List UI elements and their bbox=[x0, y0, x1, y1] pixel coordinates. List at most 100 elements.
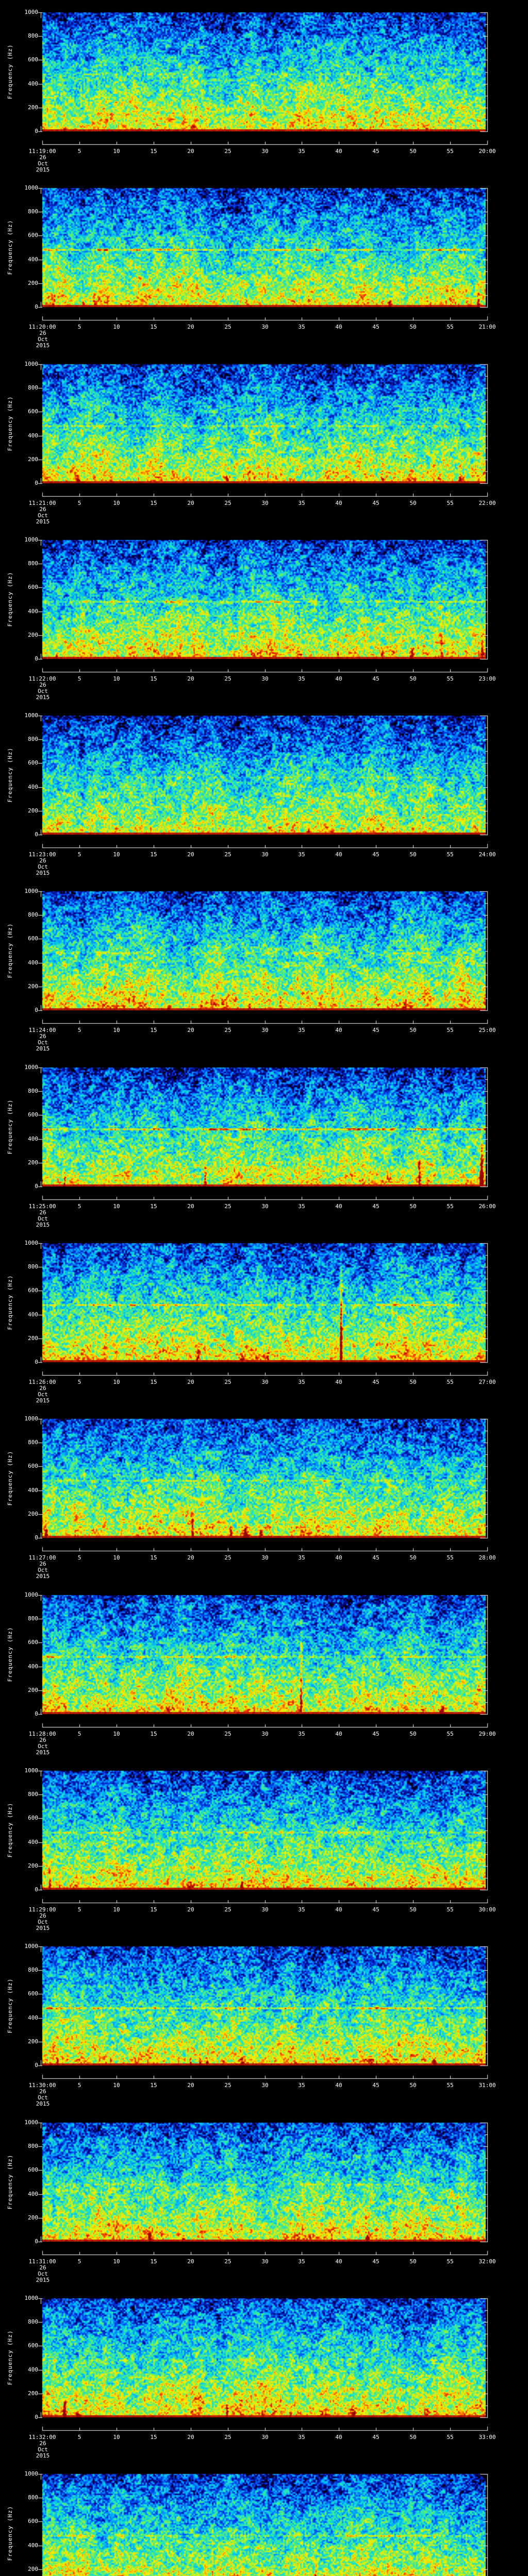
start-time-label: 11:21:00 bbox=[28, 499, 56, 506]
x-tick-label: 25 bbox=[224, 1379, 232, 1386]
x-tick-label: 45 bbox=[372, 2433, 380, 2441]
x-tick-label: 55 bbox=[447, 2258, 454, 2265]
x-tick-label: 45 bbox=[372, 1906, 380, 1913]
x-tick-label: 30 bbox=[261, 1202, 269, 1210]
x-tick-label: 55 bbox=[447, 2433, 454, 2441]
x-tick-label: 45 bbox=[372, 2258, 380, 2265]
x-tick-label: 35 bbox=[298, 851, 305, 858]
x-tick-label: 30 bbox=[261, 324, 269, 331]
x-tick-label: 10 bbox=[113, 1027, 120, 1034]
x-tick-label: 25 bbox=[224, 2433, 232, 2441]
x-tick-label: 50 bbox=[409, 851, 417, 858]
date-line: Oct bbox=[38, 2270, 48, 2277]
x-tick-label: 5 bbox=[77, 1379, 81, 1386]
y-tick-label: 1000 bbox=[24, 712, 39, 719]
y-tick-label: 800 bbox=[28, 1790, 38, 1798]
y-tick-label: 0 bbox=[35, 831, 38, 838]
spectrogram-stack: Frequency (Hz) 11:19:00 20:00 0 200 400 600… bbox=[0, 0, 528, 2576]
x-tick-label: 5 bbox=[77, 148, 81, 155]
y-tick-label: 200 bbox=[28, 280, 38, 287]
y-tick-label: 800 bbox=[28, 1615, 38, 1622]
x-tick-label: 25 bbox=[224, 1202, 232, 1210]
x-tick-label: 35 bbox=[298, 675, 305, 682]
date-line: 2015 bbox=[36, 1924, 50, 1931]
y-axis-title: Frequency (Hz) bbox=[7, 1451, 13, 1506]
y-tick-label: 0 bbox=[35, 479, 38, 486]
x-tick-label: 25 bbox=[224, 1027, 232, 1034]
y-tick-label: 800 bbox=[28, 208, 38, 215]
spectrogram-panel: Frequency (Hz) 11:24:00 25:00 0 200 400 600… bbox=[0, 879, 528, 1055]
y-tick-label: 0 bbox=[35, 2062, 38, 2069]
y-tick-label: 200 bbox=[28, 2214, 38, 2221]
date-line: 26 bbox=[39, 1209, 46, 1216]
end-time-label: 30:00 bbox=[478, 1906, 496, 1913]
x-tick-label: 50 bbox=[409, 1202, 417, 1210]
y-tick-label: 1000 bbox=[24, 1063, 39, 1071]
x-tick-label: 25 bbox=[224, 1906, 232, 1913]
date-line: 2015 bbox=[36, 1221, 50, 1228]
y-tick-label: 1000 bbox=[24, 888, 39, 895]
x-tick-label: 50 bbox=[409, 2082, 417, 2089]
y-axis-title: Frequency (Hz) bbox=[7, 396, 13, 451]
x-tick-label: 20 bbox=[187, 148, 194, 155]
x-tick-label: 20 bbox=[187, 675, 194, 682]
y-tick-label: 800 bbox=[28, 1263, 38, 1270]
x-tick-label: 30 bbox=[261, 2433, 269, 2441]
y-tick-label: 800 bbox=[28, 1439, 38, 1446]
y-tick-label: 800 bbox=[28, 736, 38, 743]
end-time-label: 26:00 bbox=[478, 1202, 496, 1210]
y-tick-label: 600 bbox=[28, 56, 38, 63]
x-tick-label: 30 bbox=[261, 851, 269, 858]
end-time-label: 22:00 bbox=[478, 499, 496, 506]
y-tick-label: 1000 bbox=[24, 1767, 39, 1774]
y-tick-label: 400 bbox=[28, 1135, 38, 1142]
x-tick-label: 30 bbox=[261, 2258, 269, 2265]
y-tick-label: 800 bbox=[28, 32, 38, 39]
x-tick-label: 30 bbox=[261, 675, 269, 682]
x-tick-label: 15 bbox=[150, 148, 157, 155]
x-tick-label: 35 bbox=[298, 1730, 305, 1737]
x-tick-label: 10 bbox=[113, 324, 120, 331]
x-tick-label: 40 bbox=[335, 148, 342, 155]
y-tick-label: 200 bbox=[28, 2566, 38, 2573]
y-tick-label: 200 bbox=[28, 1862, 38, 1869]
end-time-label: 31:00 bbox=[478, 2082, 496, 2089]
y-axis-title: Frequency (Hz) bbox=[7, 1626, 13, 1682]
x-tick-label: 50 bbox=[409, 1554, 417, 1562]
y-tick-label: 800 bbox=[28, 2494, 38, 2501]
end-time-label: 32:00 bbox=[478, 2258, 496, 2265]
x-tick-label: 35 bbox=[298, 499, 305, 506]
y-axis-title: Frequency (Hz) bbox=[7, 1099, 13, 1155]
x-tick-label: 40 bbox=[335, 675, 342, 682]
y-tick-label: 200 bbox=[28, 983, 38, 990]
x-tick-label: 35 bbox=[298, 1554, 305, 1562]
y-axis-title: Frequency (Hz) bbox=[7, 44, 13, 99]
y-tick-label: 1000 bbox=[24, 2294, 39, 2301]
x-tick-label: 10 bbox=[113, 851, 120, 858]
y-tick-label: 600 bbox=[28, 232, 38, 239]
x-tick-label: 5 bbox=[77, 1027, 81, 1034]
y-tick-label: 800 bbox=[28, 911, 38, 919]
x-tick-label: 50 bbox=[409, 1027, 417, 1034]
y-tick-label: 0 bbox=[35, 1886, 38, 1893]
y-tick-label: 400 bbox=[28, 1311, 38, 1318]
x-tick-label: 55 bbox=[447, 1554, 454, 1562]
x-tick-label: 5 bbox=[77, 1202, 81, 1210]
date-line: 2015 bbox=[36, 1397, 50, 1404]
x-tick-label: 20 bbox=[187, 1730, 194, 1737]
x-tick-label: 20 bbox=[187, 1906, 194, 1913]
y-tick-label: 400 bbox=[28, 1838, 38, 1845]
x-tick-label: 25 bbox=[224, 499, 232, 506]
x-tick-label: 30 bbox=[261, 1379, 269, 1386]
x-tick-label: 15 bbox=[150, 2433, 157, 2441]
x-tick-label: 10 bbox=[113, 499, 120, 506]
date-line: 2015 bbox=[36, 870, 50, 877]
x-tick-label: 15 bbox=[150, 1202, 157, 1210]
x-tick-label: 40 bbox=[335, 2258, 342, 2265]
x-tick-label: 10 bbox=[113, 148, 120, 155]
y-tick-label: 800 bbox=[28, 2142, 38, 2149]
y-tick-label: 400 bbox=[28, 256, 38, 263]
y-tick-label: 400 bbox=[28, 784, 38, 791]
x-tick-label: 35 bbox=[298, 148, 305, 155]
x-tick-label: 35 bbox=[298, 2082, 305, 2089]
